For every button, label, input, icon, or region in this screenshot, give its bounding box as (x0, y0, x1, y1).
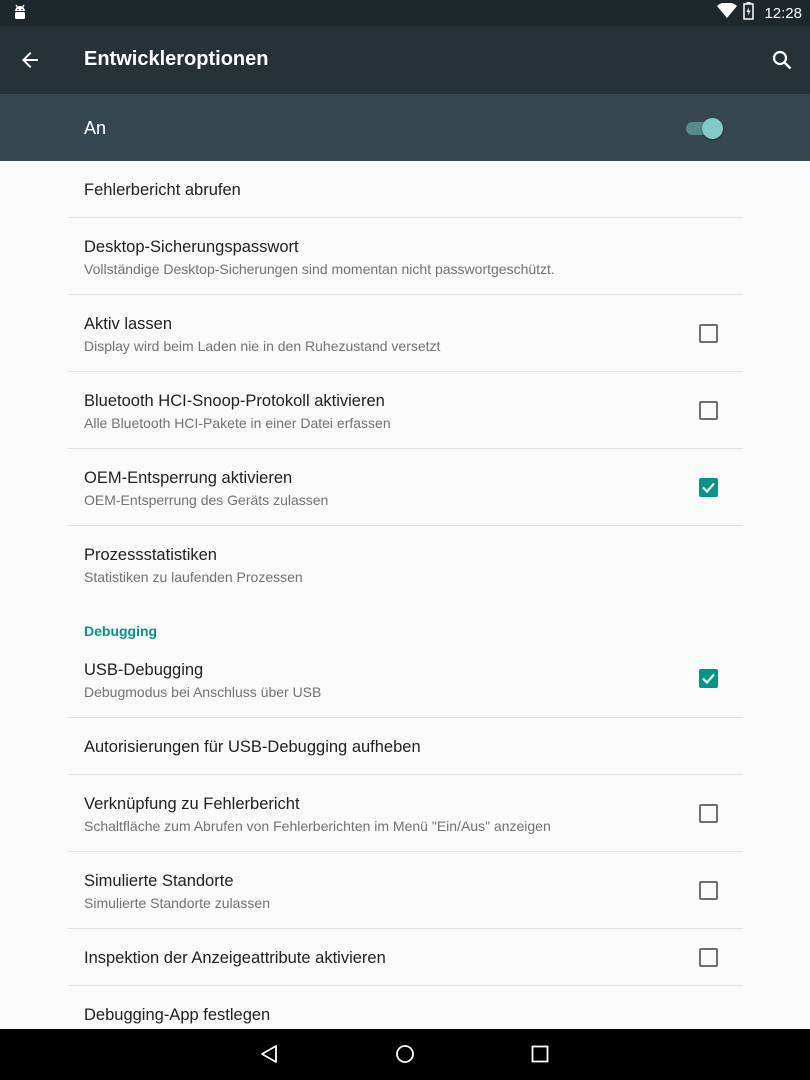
item-title: Prozessstatistiken (84, 546, 217, 564)
android-icon (12, 4, 28, 27)
oem-unlock-checkbox[interactable] (699, 478, 718, 497)
navigation-bar (0, 1029, 810, 1080)
view-attribute-inspection-checkbox[interactable] (699, 948, 718, 967)
list-item-mock-locations[interactable]: Simulierte Standorte Simulierte Standort… (68, 852, 743, 929)
list-item-select-debug-app[interactable]: Debugging-App festlegen (68, 986, 743, 1029)
item-summary: Statistiken zu laufenden Prozessen (84, 569, 303, 585)
category-debugging: Debugging (84, 623, 158, 639)
item-title: Fehlerbericht abrufen (84, 181, 241, 199)
recents-nav-icon[interactable] (529, 1043, 551, 1070)
item-title: OEM-Entsperrung aktivieren (84, 469, 293, 487)
list-item-view-attribute-inspection[interactable]: Inspektion der Anzeigeattribute aktivier… (68, 929, 743, 986)
item-summary: Display wird beim Laden nie in den Ruhez… (84, 338, 441, 354)
master-switch-bar[interactable]: An (0, 94, 810, 161)
item-summary: Debugmodus bei Anschluss über USB (84, 684, 322, 700)
arrow-back-icon[interactable] (18, 48, 42, 77)
list-item-bugreport[interactable]: Fehlerbericht abrufen (68, 161, 743, 218)
item-title: Autorisierungen für USB-Debugging aufheb… (84, 738, 421, 756)
item-summary: Alle Bluetooth HCI-Pakete in einer Datei… (84, 415, 391, 431)
stay-awake-checkbox[interactable] (699, 324, 718, 343)
back-nav-icon[interactable] (259, 1043, 281, 1070)
item-title: USB-Debugging (84, 661, 204, 679)
item-summary: Vollständige Desktop-Sicherungen sind mo… (84, 261, 555, 277)
list-item-oem-unlock[interactable]: OEM-Entsperrung aktivieren OEM-Entsperru… (68, 449, 743, 526)
item-title: Verknüpfung zu Fehlerbericht (84, 795, 300, 813)
list-item-bt-hci-snoop[interactable]: Bluetooth HCI-Snoop-Protokoll aktivieren… (68, 372, 743, 449)
app-toolbar: Entwickleroptionen (0, 26, 810, 94)
list-item-process-stats[interactable]: Prozessstatistiken Statistiken zu laufen… (68, 526, 743, 603)
settings-list[interactable]: Fehlerbericht abrufen Desktop-Sicherungs… (0, 161, 810, 1029)
page-title: Entwickleroptionen (84, 48, 269, 70)
status-clock: 12:28 (764, 4, 802, 22)
item-summary: Schaltfläche zum Abrufen von Fehlerberic… (84, 818, 551, 834)
item-title: Simulierte Standorte (84, 872, 234, 890)
list-item-desktop-backup-password[interactable]: Desktop-Sicherungspasswort Vollständige … (68, 218, 743, 295)
item-summary: Simulierte Standorte zulassen (84, 895, 270, 911)
search-icon[interactable] (770, 48, 794, 77)
item-title: Desktop-Sicherungspasswort (84, 238, 299, 256)
mock-locations-checkbox[interactable] (699, 881, 718, 900)
item-summary: OEM-Entsperrung des Geräts zulassen (84, 492, 329, 508)
status-bar: 12:28 (0, 0, 810, 26)
item-title: Debugging-App festlegen (84, 1006, 271, 1024)
battery-icon (743, 1, 755, 25)
master-toggle-switch[interactable] (684, 117, 724, 139)
switch-thumb (702, 118, 723, 139)
master-switch-label: An (84, 118, 107, 138)
item-title: Aktiv lassen (84, 315, 173, 333)
item-title: Inspektion der Anzeigeattribute aktivier… (84, 949, 386, 967)
check-icon (702, 673, 715, 685)
home-nav-icon[interactable] (394, 1043, 416, 1070)
bt-hci-snoop-checkbox[interactable] (699, 401, 718, 420)
usb-debugging-checkbox[interactable] (699, 669, 718, 688)
list-item-stay-awake[interactable]: Aktiv lassen Display wird beim Laden nie… (68, 295, 743, 372)
item-title: Bluetooth HCI-Snoop-Protokoll aktivieren (84, 392, 385, 410)
list-item-bugreport-shortcut[interactable]: Verknüpfung zu Fehlerbericht Schaltfläch… (68, 775, 743, 852)
check-icon (702, 482, 715, 494)
wifi-icon (717, 1, 738, 24)
bugreport-shortcut-checkbox[interactable] (699, 804, 718, 823)
list-item-revoke-usb-auth[interactable]: Autorisierungen für USB-Debugging aufheb… (68, 718, 743, 775)
list-item-usb-debugging[interactable]: USB-Debugging Debugmodus bei Anschluss ü… (68, 640, 743, 718)
